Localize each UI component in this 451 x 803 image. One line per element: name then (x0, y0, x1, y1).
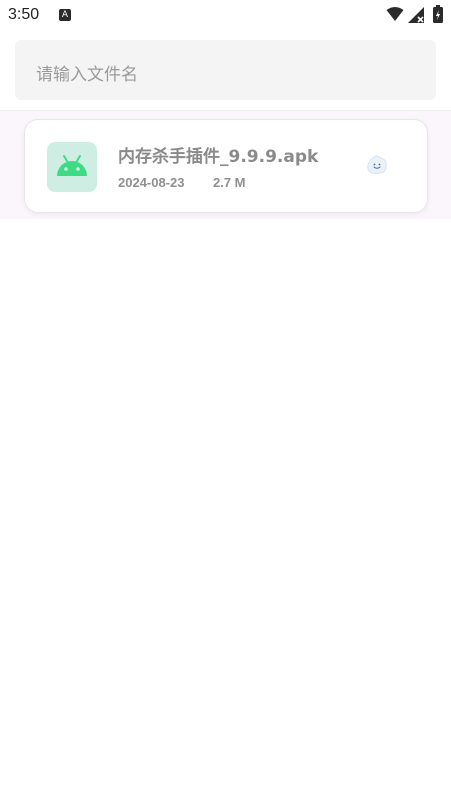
file-list-item[interactable]: 内存杀手插件_9.9.9.apk 2024-08-23 2.7 M (24, 119, 428, 213)
android-icon (57, 155, 87, 176)
file-size: 2.7 M (213, 175, 246, 190)
battery-icon (433, 5, 443, 23)
signal-icon (408, 7, 424, 23)
search-input[interactable]: 请输入文件名 (15, 40, 436, 100)
notification-a-icon: A (59, 9, 71, 21)
smiley-cloud-icon[interactable] (365, 154, 389, 178)
search-header: 请输入文件名 (0, 30, 451, 111)
status-bar: 3:50 A (0, 0, 451, 30)
status-time: 3:50 (8, 6, 40, 23)
file-date: 2024-08-23 (118, 175, 185, 190)
search-placeholder: 请输入文件名 (36, 65, 138, 85)
wifi-icon (386, 7, 404, 21)
file-icon-container (47, 142, 97, 192)
file-list: 内存杀手插件_9.9.9.apk 2024-08-23 2.7 M (0, 111, 451, 219)
file-name: 内存杀手插件_9.9.9.apk (118, 147, 319, 167)
